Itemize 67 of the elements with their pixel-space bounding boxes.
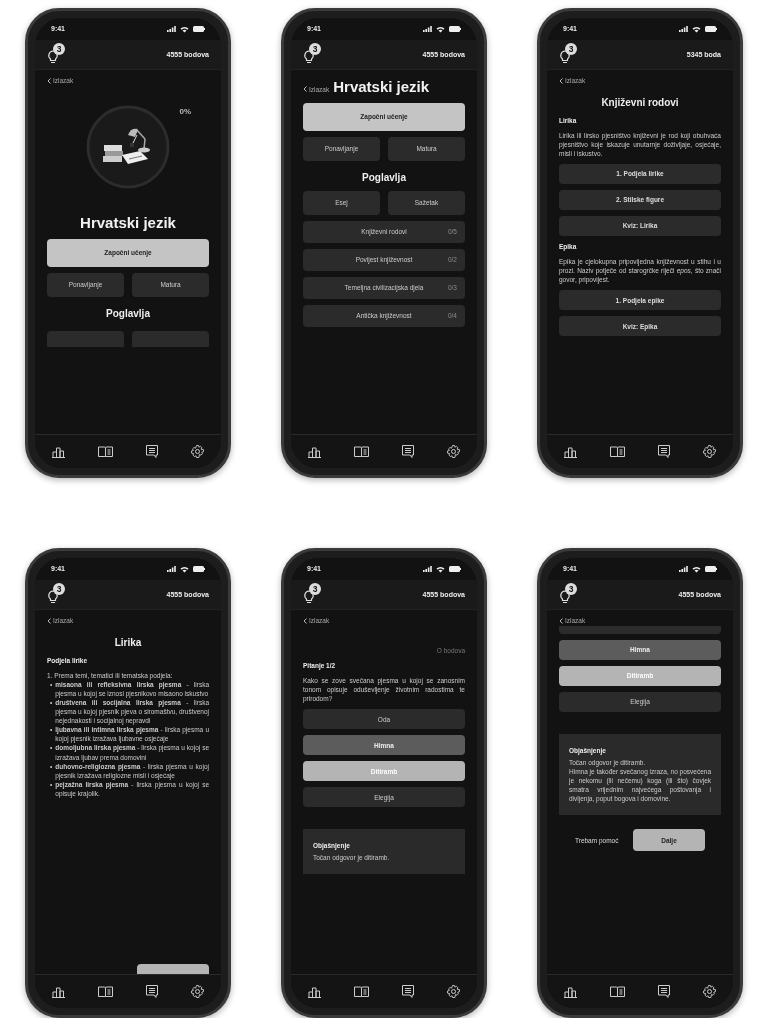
- settings-icon[interactable]: [703, 985, 717, 998]
- wifi-icon: [692, 565, 701, 573]
- progress-percent: 0%: [179, 105, 191, 117]
- hint-count-badge: 3: [309, 582, 321, 595]
- book-icon[interactable]: [353, 446, 369, 457]
- settings-icon[interactable]: [191, 985, 205, 998]
- section-heading: Književni rodovi: [600, 95, 680, 110]
- battery-icon: [449, 566, 461, 572]
- signal-icon: [679, 566, 688, 572]
- chevron-left-icon: [47, 617, 51, 624]
- battery-icon: [193, 26, 205, 32]
- chevron-left-icon: [559, 77, 563, 84]
- book-icon[interactable]: [609, 446, 625, 457]
- lightbulb-icon[interactable]: [303, 47, 315, 64]
- chevron-left-icon: [47, 77, 51, 84]
- section-heading: Lirika: [113, 635, 143, 650]
- section-heading: Poglavlja: [105, 306, 151, 321]
- hint-count-badge: 3: [309, 42, 321, 55]
- bar-chart-icon[interactable]: [51, 985, 65, 998]
- signal-icon: [167, 26, 176, 32]
- lightbulb-icon[interactable]: [559, 47, 571, 64]
- battery-icon: [705, 566, 717, 572]
- bar-chart-icon[interactable]: [563, 445, 577, 458]
- hint-count-badge: 3: [565, 582, 577, 595]
- battery-icon: [449, 26, 461, 32]
- settings-icon[interactable]: [703, 445, 717, 458]
- section-heading: Poglavlja: [361, 171, 407, 185]
- message-icon[interactable]: [658, 985, 671, 998]
- hint-count-badge: 3: [53, 42, 65, 55]
- chevron-left-icon: [303, 86, 307, 93]
- bar-chart-icon[interactable]: [51, 445, 65, 458]
- message-icon[interactable]: [402, 445, 415, 458]
- lightbulb-icon[interactable]: [47, 47, 59, 64]
- screen-title: Hrvatski jezik: [79, 212, 177, 233]
- bar-chart-icon[interactable]: [563, 985, 577, 998]
- signal-icon: [679, 26, 688, 32]
- message-icon[interactable]: [146, 985, 159, 998]
- wifi-icon: [692, 25, 701, 33]
- signal-icon: [167, 566, 176, 572]
- settings-icon[interactable]: [447, 985, 461, 998]
- battery-icon: [705, 26, 717, 32]
- message-icon[interactable]: [146, 445, 159, 458]
- wifi-icon: [436, 25, 445, 33]
- book-icon[interactable]: [97, 986, 113, 997]
- book-icon[interactable]: [97, 446, 113, 457]
- signal-icon: [423, 566, 432, 572]
- bar-chart-icon[interactable]: [307, 985, 321, 998]
- book-icon[interactable]: [609, 986, 625, 997]
- lightbulb-icon[interactable]: [559, 587, 571, 604]
- chevron-left-icon: [559, 617, 563, 624]
- battery-icon: [193, 566, 205, 572]
- screen-title: Hrvatski jezik: [333, 77, 430, 97]
- lightbulb-icon[interactable]: [303, 587, 315, 604]
- hint-count-badge: 3: [565, 42, 577, 55]
- hint-count-badge: 3: [53, 582, 65, 595]
- settings-icon[interactable]: [447, 445, 461, 458]
- wifi-icon: [180, 25, 189, 33]
- settings-icon[interactable]: [191, 445, 205, 458]
- message-icon[interactable]: [658, 445, 671, 458]
- wifi-icon: [436, 565, 445, 573]
- signal-icon: [423, 26, 432, 32]
- wifi-icon: [180, 565, 189, 573]
- book-icon[interactable]: [353, 986, 369, 997]
- chevron-left-icon: [303, 617, 307, 624]
- message-icon[interactable]: [402, 985, 415, 998]
- lightbulb-icon[interactable]: [47, 587, 59, 604]
- bar-chart-icon[interactable]: [307, 445, 321, 458]
